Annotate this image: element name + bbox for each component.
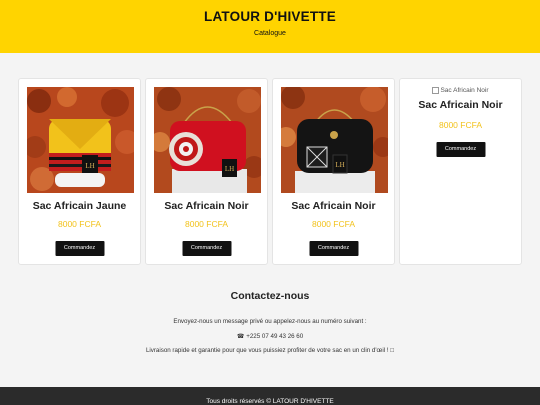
broken-image-icon [432,87,440,94]
product-price: 8000 FCFA [58,219,101,229]
contact-title: Contactez-nous [230,290,310,302]
product-image: LH [154,87,261,193]
svg-text:LH: LH [335,161,344,169]
delivery-note: Livraison rapide et garantie pour que vo… [145,347,395,354]
svg-text:LH: LH [225,165,234,173]
contact-section: Contactez-nous Envoyez-nous un message p… [0,290,540,354]
order-button[interactable]: Commandez [55,241,104,256]
order-button[interactable]: Commandez [309,241,358,256]
product-card: LH Sac Africain Jaune 8000 FCFA Commande… [18,78,141,265]
product-title: Sac Africain Jaune [32,200,127,212]
site-subtitle: Catalogue [254,30,286,37]
product-card: Sac Africain Noir Sac Africain Noir 8000… [399,78,522,265]
order-button[interactable]: Commandez [182,241,231,256]
product-card: LH Sac Africain Noir 8000 FCFA Commandez [145,78,268,265]
contact-message: Envoyez-nous un message privé ou appelez… [173,318,367,325]
product-grid: LH Sac Africain Jaune 8000 FCFA Commande… [18,78,522,265]
site-title: LATOUR D'HIVETTE [204,9,336,24]
product-title: Sac Africain Noir [291,200,376,212]
site-header: LATOUR D'HIVETTE Catalogue [0,0,540,53]
product-price: 8000 FCFA [185,219,228,229]
contact-phone[interactable]: ☎ +225 07 49 43 26 60 [0,333,540,340]
product-image: LH [27,87,134,193]
svg-text:LH: LH [85,162,94,170]
product-title: Sac Africain Noir [418,99,503,111]
site-footer: Tous droits réservés © LATOUR D'HIVETTE [0,387,540,405]
product-title: Sac Africain Noir [164,200,249,212]
broken-image: Sac Africain Noir [400,87,521,94]
product-price: 8000 FCFA [439,120,482,130]
broken-image-alt: Sac Africain Noir [440,87,489,95]
product-price: 8000 FCFA [312,219,355,229]
order-button[interactable]: Commandez [436,142,485,157]
product-image: LH [281,87,388,193]
footer-copyright: Tous droits réservés © LATOUR D'HIVETTE [206,398,334,405]
product-card: LH Sac Africain Noir 8000 FCFA Commandez [272,78,395,265]
